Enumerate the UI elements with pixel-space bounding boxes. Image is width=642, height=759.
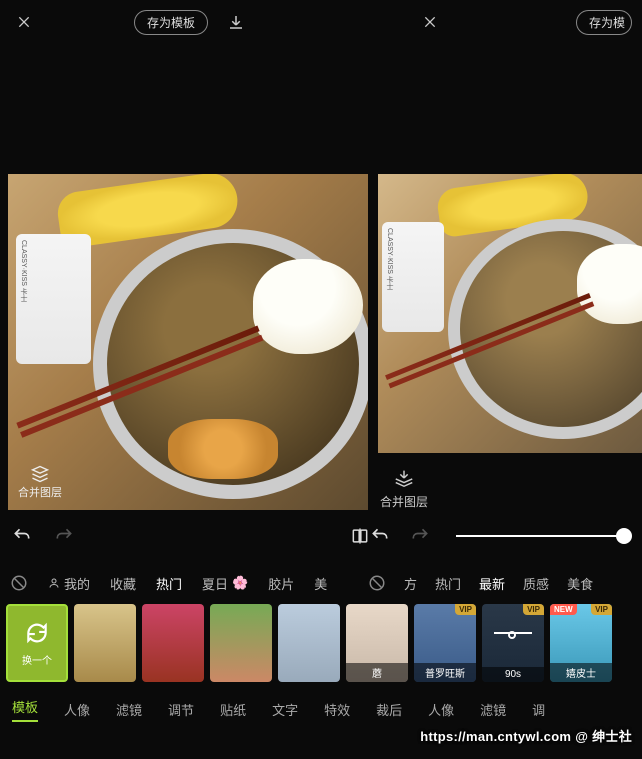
thumb-item[interactable] <box>74 604 136 682</box>
redo-icon[interactable] <box>410 526 430 546</box>
thumb-provence[interactable]: VIP 普罗旺斯 <box>414 604 476 682</box>
slider-thumb[interactable] <box>616 528 632 544</box>
action-left <box>12 526 370 546</box>
thumb-item[interactable] <box>278 604 340 682</box>
cat-fav[interactable]: 收藏 <box>110 574 136 593</box>
thumbnail-row: 换一个 蘑 VIP 普罗旺斯 VIP 90s NEW VIP 嬉皮士 <box>0 604 642 688</box>
cat-newest[interactable]: 最新 <box>479 574 505 593</box>
cat-fang[interactable]: 方 <box>404 574 417 593</box>
btab-sticker[interactable]: 贴纸 <box>220 700 246 719</box>
food-yogurt: CLASSY·KISS 卡士 <box>382 222 444 332</box>
bottom-tabs: 模板 人像 滤镜 调节 贴纸 文字 特效 裁后 人像 滤镜 调 <box>0 688 642 730</box>
topbar-right: 存为模 <box>450 10 632 35</box>
undo-icon[interactable] <box>12 526 32 546</box>
no-filter-icon[interactable] <box>368 574 386 592</box>
merge-layers-right[interactable]: 合并图层 <box>368 467 642 510</box>
cat-food[interactable]: 美食 <box>567 574 593 593</box>
cat-hot[interactable]: 热门 <box>156 574 182 593</box>
btab-text[interactable]: 文字 <box>272 700 298 719</box>
intensity-slider[interactable] <box>456 535 630 537</box>
preview-right[interactable]: CLASSY·KISS 卡士 <box>378 174 642 453</box>
thumb-item[interactable] <box>142 604 204 682</box>
vip-badge: VIP <box>523 604 544 615</box>
thumb-refresh-label: 换一个 <box>22 652 52 667</box>
vip-badge: VIP <box>591 604 612 615</box>
thumb-label: 蘑 <box>346 663 408 682</box>
new-badge: NEW <box>550 604 577 615</box>
category-right: 方 热门 最新 质感 美食 <box>360 574 642 593</box>
thumb-label: 普罗旺斯 <box>414 663 476 682</box>
canvas-area: CLASSY·KISS 卡士 合并图层 CLASSY·KISS 卡士 合并图层 <box>0 44 642 510</box>
merge-left-label: 合并图层 <box>18 484 62 500</box>
undo-icon[interactable] <box>370 526 390 546</box>
close-icon-right[interactable] <box>420 12 440 32</box>
close-icon[interactable] <box>14 12 34 32</box>
category-row: 我的 收藏 热门 夏日🌸 胶片 美 方 热门 最新 质感 美食 <box>0 562 642 604</box>
redo-icon[interactable] <box>54 526 74 546</box>
cat-summer[interactable]: 夏日🌸 <box>202 574 248 593</box>
cat-film[interactable]: 胶片 <box>268 574 294 593</box>
cat-beauty[interactable]: 美 <box>314 574 327 593</box>
btab-portrait2[interactable]: 人像 <box>428 700 454 719</box>
compare-icon[interactable] <box>350 526 370 546</box>
cat-texture[interactable]: 质感 <box>523 574 549 593</box>
yogurt-label: CLASSY·KISS 卡士 <box>382 222 396 296</box>
cat-mine[interactable]: 我的 <box>48 574 90 593</box>
thumb-mo[interactable]: 蘑 <box>346 604 408 682</box>
btab-portrait[interactable]: 人像 <box>64 700 90 719</box>
action-row <box>0 510 642 562</box>
no-filter-icon[interactable] <box>10 574 28 592</box>
merge-layers-left[interactable]: 合并图层 <box>18 464 62 500</box>
btab-filter[interactable]: 滤镜 <box>116 700 142 719</box>
btab-template[interactable]: 模板 <box>12 697 38 722</box>
yogurt-label: CLASSY·KISS 卡士 <box>16 234 30 308</box>
food-yogurt: CLASSY·KISS 卡士 <box>16 234 91 364</box>
thumb-refresh[interactable]: 换一个 <box>6 604 68 682</box>
btab-crop[interactable]: 裁后 <box>376 700 402 719</box>
thumb-item[interactable] <box>210 604 272 682</box>
btab-adjust2[interactable]: 调 <box>532 700 545 719</box>
save-template-button-2[interactable]: 存为模 <box>576 10 632 35</box>
top-bar: 存为模板 存为模 <box>0 0 642 44</box>
save-template-button[interactable]: 存为模板 <box>134 10 208 35</box>
thumb-label: 90s <box>482 667 544 682</box>
thumb-90s[interactable]: VIP 90s <box>482 604 544 682</box>
thumb-pishi[interactable]: NEW VIP 嬉皮士 <box>550 604 612 682</box>
merge-right-label: 合并图层 <box>380 493 428 510</box>
food-rice <box>168 419 278 479</box>
btab-adjust[interactable]: 调节 <box>168 700 194 719</box>
btab-filter2[interactable]: 滤镜 <box>480 700 506 719</box>
vip-badge: VIP <box>455 604 476 615</box>
watermark: https://man.cntywl.com @ 绅士社 <box>420 726 632 745</box>
thumb-label: 嬉皮士 <box>550 663 612 682</box>
right-column: CLASSY·KISS 卡士 合并图层 <box>368 174 642 510</box>
btab-effect[interactable]: 特效 <box>324 700 350 719</box>
category-left: 我的 收藏 热门 夏日🌸 胶片 美 <box>0 574 360 593</box>
topbar-left: 存为模板 <box>10 10 370 35</box>
preview-left[interactable]: CLASSY·KISS 卡士 合并图层 <box>8 174 368 510</box>
action-right <box>370 526 630 546</box>
cat-hot-r[interactable]: 热门 <box>435 574 461 593</box>
download-icon[interactable] <box>226 12 246 32</box>
food-bun <box>577 244 642 324</box>
